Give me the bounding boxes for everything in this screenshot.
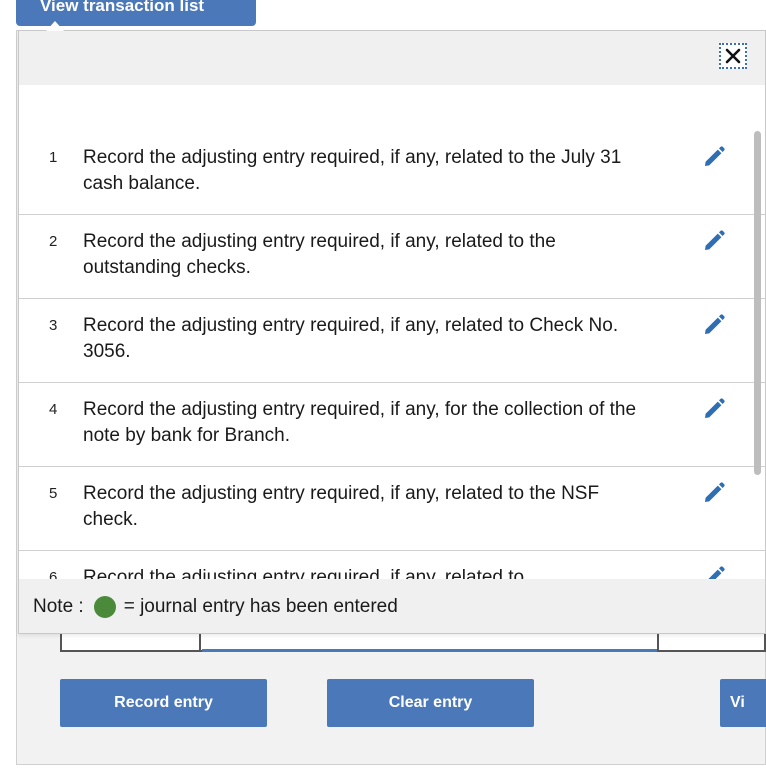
transaction-list: 1 Record the adjusting entry required, i…	[19, 131, 765, 579]
item-description: Record the adjusting entry required, if …	[83, 567, 525, 579]
transaction-list-popup: 1 Record the adjusting entry required, i…	[18, 30, 766, 634]
table-focus-bar	[202, 649, 657, 652]
close-icon	[725, 48, 741, 64]
item-number: 1	[49, 149, 58, 166]
list-item: 2 Record the adjusting entry required, i…	[19, 215, 765, 299]
popup-header	[19, 31, 765, 85]
pencil-icon[interactable]	[702, 229, 726, 253]
note-text: = journal entry has been entered	[123, 596, 398, 617]
pencil-icon[interactable]	[702, 481, 726, 505]
pencil-icon[interactable]	[702, 145, 726, 169]
pencil-icon[interactable]	[702, 565, 726, 579]
item-number: 5	[49, 485, 58, 502]
note-prefix: Note :	[33, 596, 84, 617]
list-item: 1 Record the adjusting entry required, i…	[19, 131, 765, 215]
item-number: 3	[49, 317, 58, 334]
item-description: Record the adjusting entry required, if …	[83, 315, 619, 362]
clear-entry-button[interactable]: Clear entry	[327, 679, 534, 727]
item-description: Record the adjusting entry required, if …	[83, 483, 600, 530]
list-item: 5 Record the adjusting entry required, i…	[19, 467, 765, 551]
item-description: Record the adjusting entry required, if …	[83, 399, 637, 446]
list-scrollbar[interactable]	[754, 131, 761, 475]
list-item: 6 Record the adjusting entry required, i…	[19, 551, 765, 579]
view-transaction-list-label: View transaction list	[40, 0, 205, 15]
view-general-journal-button[interactable]: Vi	[720, 679, 766, 727]
item-number: 4	[49, 401, 58, 418]
item-number: 2	[49, 233, 58, 250]
record-entry-button[interactable]: Record entry	[60, 679, 267, 727]
list-item: 3 Record the adjusting entry required, i…	[19, 299, 765, 383]
popup-pointer	[46, 21, 64, 31]
item-description: Record the adjusting entry required, if …	[83, 147, 622, 194]
pencil-icon[interactable]	[702, 397, 726, 421]
note-legend: Note : = journal entry has been entered	[19, 579, 765, 633]
item-number: 6	[49, 569, 58, 579]
entered-indicator-icon	[93, 596, 116, 618]
pencil-icon[interactable]	[702, 313, 726, 337]
close-button[interactable]	[719, 43, 747, 69]
list-item: 4 Record the adjusting entry required, i…	[19, 383, 765, 467]
item-description: Record the adjusting entry required, if …	[83, 231, 556, 278]
